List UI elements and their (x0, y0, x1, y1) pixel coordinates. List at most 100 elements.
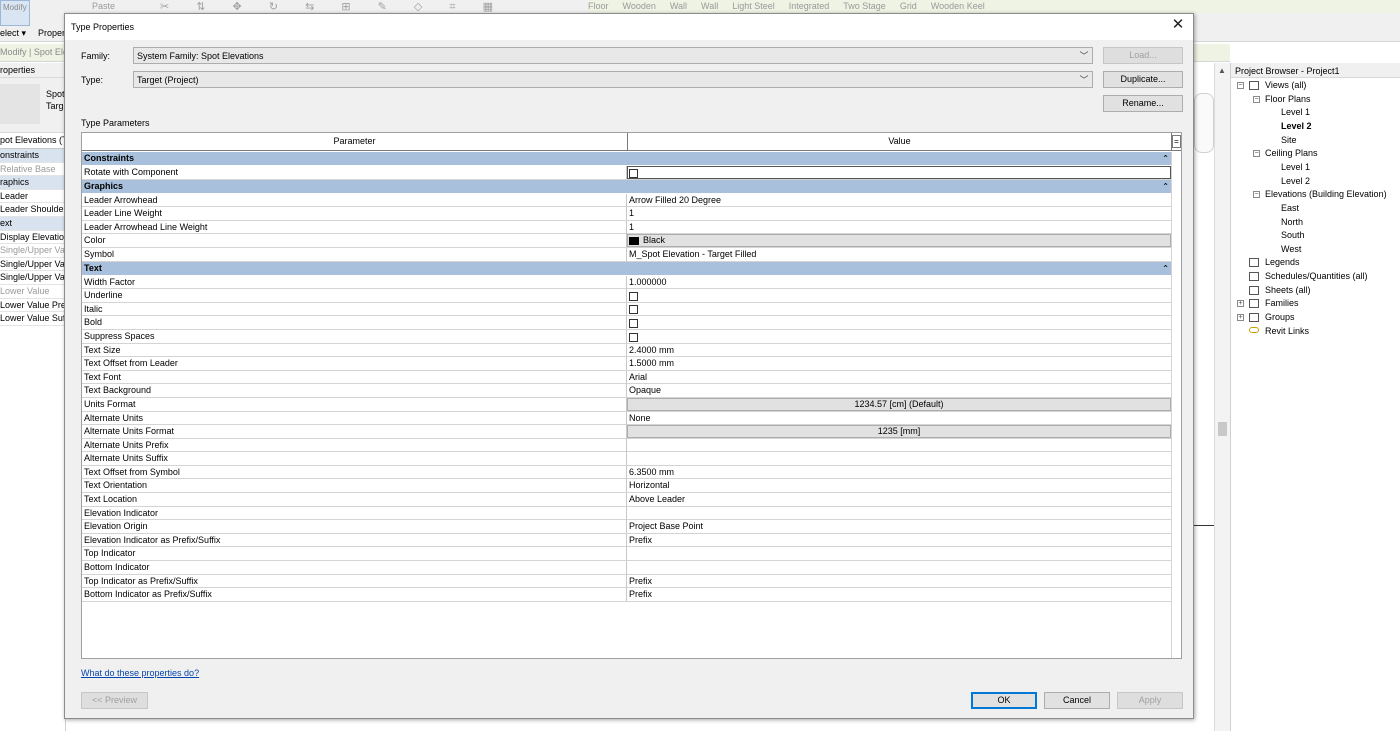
properties-row[interactable]: Lower Value (0, 285, 65, 299)
ribbon-tool-label[interactable]: Wooden (623, 1, 656, 11)
browser-node[interactable]: Sheets (all) (1265, 285, 1311, 295)
canvas-vertical-scrollbar[interactable]: ▲ (1214, 63, 1230, 731)
properties-row[interactable]: Single/Upper Val (0, 258, 65, 272)
parameter-value[interactable]: Horizontal (627, 479, 1173, 492)
properties-row[interactable]: Leader Shoulder (0, 203, 65, 217)
instance-filter-dropdown[interactable]: pot Elevations (T (0, 133, 65, 149)
parameter-value[interactable]: 2.4000 mm (627, 344, 1173, 357)
collapse-chevron-icon[interactable]: ⌃ (1162, 180, 1169, 193)
browser-node[interactable]: West (1281, 244, 1301, 254)
parameter-group-header[interactable]: Text ⌃ (82, 261, 1173, 276)
scroll-up-icon[interactable]: ▲ (1218, 66, 1226, 75)
close-icon[interactable]: ✕ (1169, 17, 1187, 35)
parameter-value[interactable]: Arrow Filled 20 Degree (627, 194, 1173, 207)
duplicate-button[interactable]: Duplicate... (1103, 71, 1183, 88)
select-dropdown[interactable]: elect ▾ (0, 28, 26, 39)
browser-node[interactable]: Schedules/Quantities (all) (1265, 271, 1368, 281)
parameter-value[interactable]: Arial (627, 371, 1173, 384)
browser-node[interactable]: Groups (1265, 312, 1295, 322)
parameter-value[interactable] (627, 452, 1173, 465)
properties-row[interactable]: Display Elevation (0, 231, 65, 245)
properties-row[interactable]: Single/Upper Val (0, 271, 65, 285)
color-picker-button[interactable]: Black (627, 234, 1171, 248)
load-button[interactable]: Load... (1103, 47, 1183, 64)
units-format-button[interactable]: 1234.57 [cm] (Default) (627, 397, 1171, 411)
collapse-icon[interactable]: − (1253, 95, 1260, 103)
value-column-header[interactable]: Value (628, 133, 1172, 150)
properties-row[interactable]: Relative Base (0, 163, 65, 177)
checkbox[interactable] (629, 332, 638, 342)
browser-node[interactable]: Site (1281, 135, 1297, 145)
browser-node[interactable]: Legends (1265, 257, 1300, 267)
collapse-chevron-icon[interactable]: ⌃ (1162, 152, 1169, 165)
checkbox[interactable] (629, 305, 638, 315)
parameter-value[interactable]: 1.5000 mm (627, 357, 1173, 370)
browser-node[interactable]: Floor Plans (1265, 94, 1311, 104)
properties-row[interactable]: Single/Upper Val (0, 244, 65, 258)
parameter-value[interactable] (627, 547, 1173, 560)
scrollbar-thumb[interactable] (1218, 422, 1227, 436)
apply-button[interactable]: Apply (1117, 692, 1183, 709)
ribbon-tool-label[interactable]: Two Stage (843, 1, 886, 11)
collapse-icon[interactable]: − (1253, 150, 1260, 158)
checkbox[interactable] (629, 291, 638, 301)
navigation-wheel-icon[interactable] (1194, 93, 1214, 153)
rename-button[interactable]: Rename... (1103, 95, 1183, 112)
expand-icon[interactable]: + (1237, 300, 1244, 308)
checkbox[interactable] (629, 318, 638, 328)
type-selector[interactable]: Spot Targ (0, 78, 65, 133)
parameter-value[interactable]: M_Spot Elevation - Target Filled (627, 248, 1173, 261)
parameter-value[interactable]: Above Leader (627, 493, 1173, 506)
parameter-value[interactable]: Project Base Point (627, 520, 1173, 533)
parameter-group-header[interactable]: Graphics ⌃ (82, 179, 1173, 194)
parameter-value[interactable]: 6.3500 mm (627, 466, 1173, 479)
paste-button[interactable]: Paste (92, 1, 115, 11)
family-dropdown[interactable]: System Family: Spot Elevations ﹀ (133, 47, 1093, 64)
expand-icon[interactable]: + (1237, 314, 1244, 322)
ribbon-tool-label[interactable]: Wall (670, 1, 687, 11)
browser-node[interactable]: Revit Links (1265, 326, 1309, 336)
value-field[interactable] (627, 166, 1171, 179)
properties-row[interactable]: Lower Value Pref (0, 299, 65, 313)
modify-tool-button[interactable]: Modify (0, 0, 30, 26)
type-dropdown[interactable]: Target (Project) ﹀ (133, 71, 1093, 88)
browser-node[interactable]: Level 2 (1281, 176, 1310, 186)
parameter-value[interactable] (627, 507, 1173, 520)
properties-row[interactable]: Leader (0, 190, 65, 204)
collapse-icon[interactable]: − (1253, 191, 1260, 199)
units-format-button[interactable]: 1235 [mm] (627, 425, 1171, 439)
ribbon-tool-label[interactable]: Light Steel (732, 1, 775, 11)
ribbon-tool-label[interactable]: Integrated (789, 1, 830, 11)
properties-row[interactable]: Lower Value Suff (0, 312, 65, 326)
grid-scrollbar[interactable] (1171, 152, 1181, 658)
browser-node[interactable]: East (1281, 203, 1299, 213)
properties-tool-button[interactable]: Proper (38, 28, 65, 38)
formula-column-header[interactable]: = (1172, 135, 1181, 148)
parameter-value[interactable]: Prefix (627, 575, 1173, 588)
browser-node[interactable]: North (1281, 217, 1303, 227)
ok-button[interactable]: OK (971, 692, 1037, 709)
checkbox[interactable] (629, 168, 638, 178)
ribbon-tool-label[interactable]: Wall (701, 1, 718, 11)
ribbon-tool-label[interactable]: Grid (900, 1, 917, 11)
parameter-value[interactable]: Prefix (627, 534, 1173, 547)
parameter-value[interactable]: Opaque (627, 384, 1173, 397)
parameter-value[interactable]: 1.000000 (627, 276, 1173, 289)
browser-node[interactable]: Elevations (Building Elevation) (1265, 189, 1387, 199)
parameter-value[interactable]: 1 (627, 221, 1173, 234)
collapse-chevron-icon[interactable]: ⌃ (1162, 262, 1169, 275)
parameter-value[interactable]: None (627, 412, 1173, 425)
collapse-icon[interactable]: − (1237, 82, 1244, 89)
parameter-value[interactable]: 1 (627, 207, 1173, 220)
browser-node[interactable]: Level 2 (1281, 121, 1312, 131)
parameter-column-header[interactable]: Parameter (82, 133, 628, 150)
browser-node[interactable]: Level 1 (1281, 162, 1310, 172)
browser-node[interactable]: Views (all) (1265, 80, 1306, 90)
ribbon-tool-label[interactable]: Wooden Keel (931, 1, 985, 11)
parameter-group-header[interactable]: Constraints ⌃ (82, 152, 1173, 166)
browser-node[interactable]: Ceiling Plans (1265, 148, 1318, 158)
parameter-value[interactable] (627, 439, 1173, 452)
preview-button[interactable]: << Preview (81, 692, 148, 709)
help-link[interactable]: What do these properties do? (81, 668, 199, 678)
ribbon-tool-label[interactable]: Floor (588, 1, 609, 11)
